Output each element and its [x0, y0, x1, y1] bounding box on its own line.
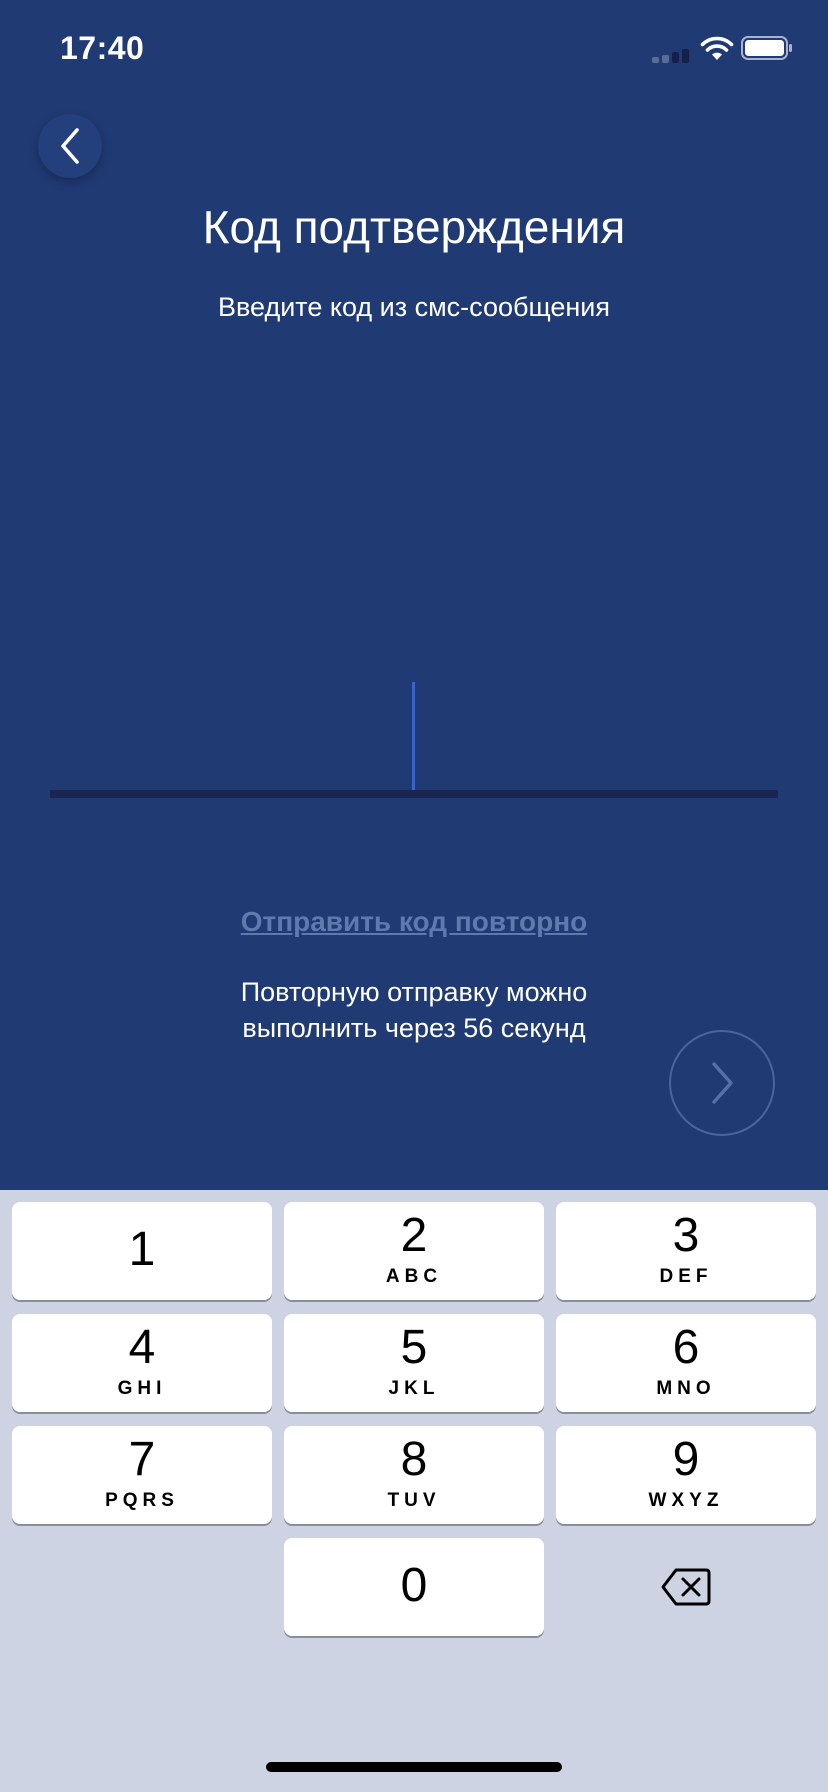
back-button[interactable]	[38, 114, 102, 178]
key-letters: GHI	[117, 1378, 167, 1399]
chevron-left-icon	[61, 128, 79, 164]
code-input-underline	[50, 790, 778, 798]
backspace-icon	[661, 1568, 711, 1606]
key-digit: 7	[128, 1433, 156, 1486]
next-button[interactable]	[669, 1030, 775, 1136]
wifi-icon	[700, 36, 734, 60]
key-letters: TUV	[387, 1490, 441, 1511]
key-4[interactable]: 4 GHI	[12, 1314, 272, 1412]
key-6[interactable]: 6 MNO	[556, 1314, 816, 1412]
key-letters: JKL	[388, 1378, 440, 1399]
key-2[interactable]: 2 ABC	[284, 1202, 544, 1300]
home-indicator[interactable]	[266, 1762, 562, 1772]
signal-icon	[652, 49, 690, 63]
key-digit: 0	[400, 1559, 428, 1612]
code-input[interactable]	[50, 640, 778, 800]
page-subtitle: Введите код из смс-сообщения	[217, 292, 611, 322]
key-3[interactable]: 3 DEF	[556, 1202, 816, 1300]
key-letters: DEF	[659, 1266, 713, 1287]
resend-code-link[interactable]: Отправить код повторно	[0, 906, 828, 938]
numeric-keypad: 1 2 ABC 3 DEF 4 GHI 5 JKL 6 MNO 7 PQRS 8…	[0, 1190, 828, 1792]
key-letters: ABC	[385, 1266, 443, 1287]
key-digit: 6	[672, 1321, 700, 1374]
key-1[interactable]: 1	[12, 1202, 272, 1300]
chevron-right-icon	[712, 1062, 733, 1104]
key-digit: 3	[672, 1209, 700, 1262]
verification-panel: 17:40 Код подтверждения Введите код из с…	[0, 0, 828, 1190]
page-title: Код подтверждения	[202, 201, 626, 253]
text-cursor	[412, 682, 415, 794]
backspace-key[interactable]	[556, 1538, 816, 1636]
status-time: 17:40	[60, 30, 145, 66]
key-letters: MNO	[656, 1378, 716, 1399]
key-digit: 2	[400, 1209, 428, 1262]
key-letters: PQRS	[105, 1490, 179, 1511]
key-9[interactable]: 9 WXYZ	[556, 1426, 816, 1524]
screen: 17:40 Код подтверждения Введите код из с…	[0, 0, 828, 1792]
key-digit: 8	[400, 1433, 428, 1486]
key-5[interactable]: 5 JKL	[284, 1314, 544, 1412]
key-digit: 1	[128, 1223, 156, 1276]
resend-info-line-1: Повторную отправку можно	[240, 977, 588, 1007]
key-0[interactable]: 0	[284, 1538, 544, 1636]
key-digit: 4	[128, 1321, 156, 1374]
key-8[interactable]: 8 TUV	[284, 1426, 544, 1524]
key-7[interactable]: 7 PQRS	[12, 1426, 272, 1524]
battery-icon	[741, 36, 792, 60]
key-digit: 9	[672, 1433, 700, 1486]
key-letters: WXYZ	[648, 1490, 724, 1511]
key-digit: 5	[400, 1321, 428, 1374]
